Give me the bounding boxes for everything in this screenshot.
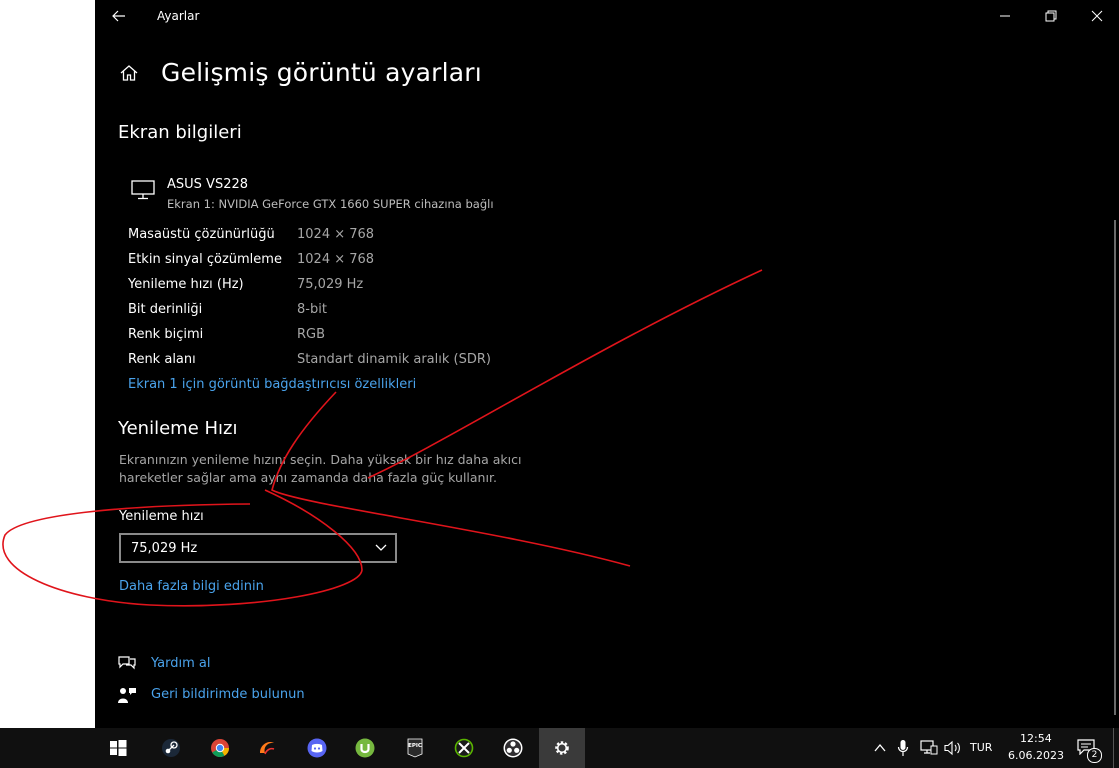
refresh-rate-label: Yenileme hızı (Hz) bbox=[128, 277, 244, 292]
chevron-down-icon bbox=[375, 544, 387, 551]
xbox-icon bbox=[454, 738, 474, 758]
svg-text:EPIC: EPIC bbox=[408, 743, 422, 749]
taskbar-utorrent[interactable] bbox=[342, 728, 388, 768]
monitor-icon bbox=[131, 180, 155, 200]
gear-icon bbox=[555, 741, 569, 755]
language-indicator[interactable]: TUR bbox=[970, 741, 992, 754]
refresh-dropdown-label: Yenileme hızı bbox=[119, 509, 204, 524]
refresh-rate-heading: Yenileme Hızı bbox=[118, 418, 238, 439]
help-icon bbox=[118, 656, 136, 670]
description-line-2: hareketler sağlar ama aynı zamanda daha … bbox=[119, 470, 497, 485]
color-space-value: Standart dinamik aralık (SDR) bbox=[297, 352, 491, 367]
taskbar-discord[interactable] bbox=[294, 728, 340, 768]
color-space-label: Renk alanı bbox=[128, 352, 196, 367]
display-info-heading: Ekran bilgileri bbox=[118, 122, 242, 143]
obs-icon bbox=[503, 738, 523, 758]
title-bar: Ayarlar bbox=[95, 0, 1119, 32]
clock-time[interactable]: 12:54 bbox=[1020, 732, 1052, 745]
refresh-rate-value: 75,029 Hz bbox=[297, 277, 364, 292]
taskbar-obs[interactable] bbox=[490, 728, 536, 768]
taskbar: EPIC TUR 12:54 6.06.2023 2 bbox=[0, 728, 1119, 768]
taskbar-settings[interactable] bbox=[539, 728, 585, 768]
desktop-resolution-value: 1024 × 768 bbox=[297, 227, 375, 242]
microphone-icon[interactable] bbox=[897, 739, 909, 757]
epic-games-icon: EPIC bbox=[407, 738, 423, 758]
adapter-properties-link[interactable]: Ekran 1 için görüntü bağdaştırıcısı özel… bbox=[128, 377, 416, 392]
learn-more-link[interactable]: Daha fazla bilgi edinin bbox=[119, 579, 264, 594]
close-button[interactable] bbox=[1074, 0, 1119, 32]
uplay-icon bbox=[260, 742, 275, 755]
notification-center-button[interactable]: 2 bbox=[1074, 728, 1104, 768]
start-button[interactable] bbox=[95, 728, 141, 768]
minimize-button[interactable] bbox=[982, 0, 1028, 32]
network-icon[interactable] bbox=[920, 740, 938, 756]
notification-count-badge: 2 bbox=[1087, 748, 1102, 763]
utorrent-icon bbox=[355, 738, 375, 758]
monitor-connection: Ekran 1: NVIDIA GeForce GTX 1660 SUPER c… bbox=[167, 197, 494, 211]
taskbar-xbox-app[interactable] bbox=[441, 728, 487, 768]
feedback-link[interactable]: Geri bildirimde bulunun bbox=[151, 687, 305, 702]
help-link[interactable]: Yardım al bbox=[151, 656, 210, 671]
back-button[interactable] bbox=[107, 6, 131, 26]
description-line-1: Ekranınızın yenileme hızını seçin. Daha … bbox=[119, 452, 522, 467]
scrollbar[interactable] bbox=[1114, 220, 1116, 715]
clock-date[interactable]: 6.06.2023 bbox=[1008, 749, 1064, 762]
color-format-value: RGB bbox=[297, 327, 326, 342]
taskbar-epic-games[interactable]: EPIC bbox=[392, 728, 438, 768]
windows-logo-icon bbox=[110, 740, 127, 756]
steam-icon bbox=[162, 739, 180, 757]
home-icon[interactable] bbox=[119, 63, 139, 83]
close-icon bbox=[1091, 10, 1103, 22]
desktop-resolution-label: Masaüstü çözünürlüğü bbox=[128, 227, 275, 242]
taskbar-chrome[interactable] bbox=[197, 728, 243, 768]
chrome-icon bbox=[211, 739, 229, 758]
feedback-icon bbox=[118, 688, 136, 703]
taskbar-steam[interactable] bbox=[148, 728, 194, 768]
monitor-name: ASUS VS228 bbox=[167, 177, 249, 192]
refresh-rate-dropdown[interactable]: 75,029 Hz bbox=[119, 533, 397, 563]
show-desktop-button[interactable] bbox=[1113, 728, 1114, 768]
dropdown-selected-value: 75,029 Hz bbox=[131, 541, 198, 556]
signal-resolution-label: Etkin sinyal çözümleme bbox=[128, 252, 282, 267]
restore-button[interactable] bbox=[1028, 0, 1074, 32]
color-format-label: Renk biçimi bbox=[128, 327, 204, 342]
discord-icon bbox=[307, 738, 327, 758]
back-arrow-icon bbox=[112, 10, 125, 22]
volume-icon[interactable] bbox=[944, 740, 962, 756]
app-title: Ayarlar bbox=[157, 9, 200, 23]
bit-depth-label: Bit derinliği bbox=[128, 302, 203, 317]
chevron-up-icon[interactable] bbox=[873, 741, 887, 755]
settings-window: Ayarlar Gelişmiş görüntü ayarları Ekran … bbox=[95, 0, 1119, 728]
minimize-icon bbox=[1000, 15, 1010, 17]
restore-icon bbox=[1045, 10, 1057, 22]
page-title: Gelişmiş görüntü ayarları bbox=[161, 58, 482, 87]
bit-depth-value: 8-bit bbox=[297, 302, 327, 317]
signal-resolution-value: 1024 × 768 bbox=[297, 252, 375, 267]
refresh-rate-description: Ekranınızın yenileme hızını seçin. Daha … bbox=[119, 451, 539, 487]
taskbar-uplay[interactable] bbox=[244, 728, 290, 768]
